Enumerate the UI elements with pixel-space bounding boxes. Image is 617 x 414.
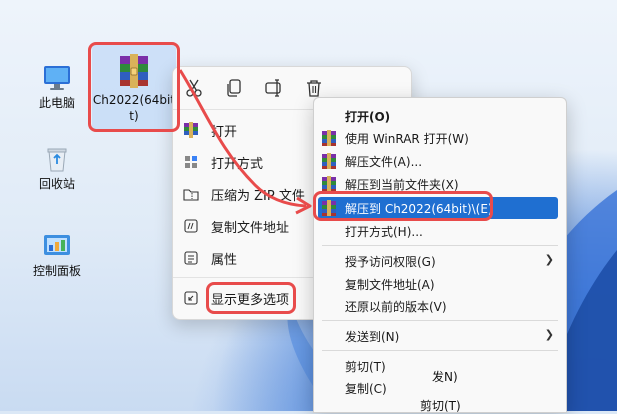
callout-arrow <box>178 69 312 215</box>
